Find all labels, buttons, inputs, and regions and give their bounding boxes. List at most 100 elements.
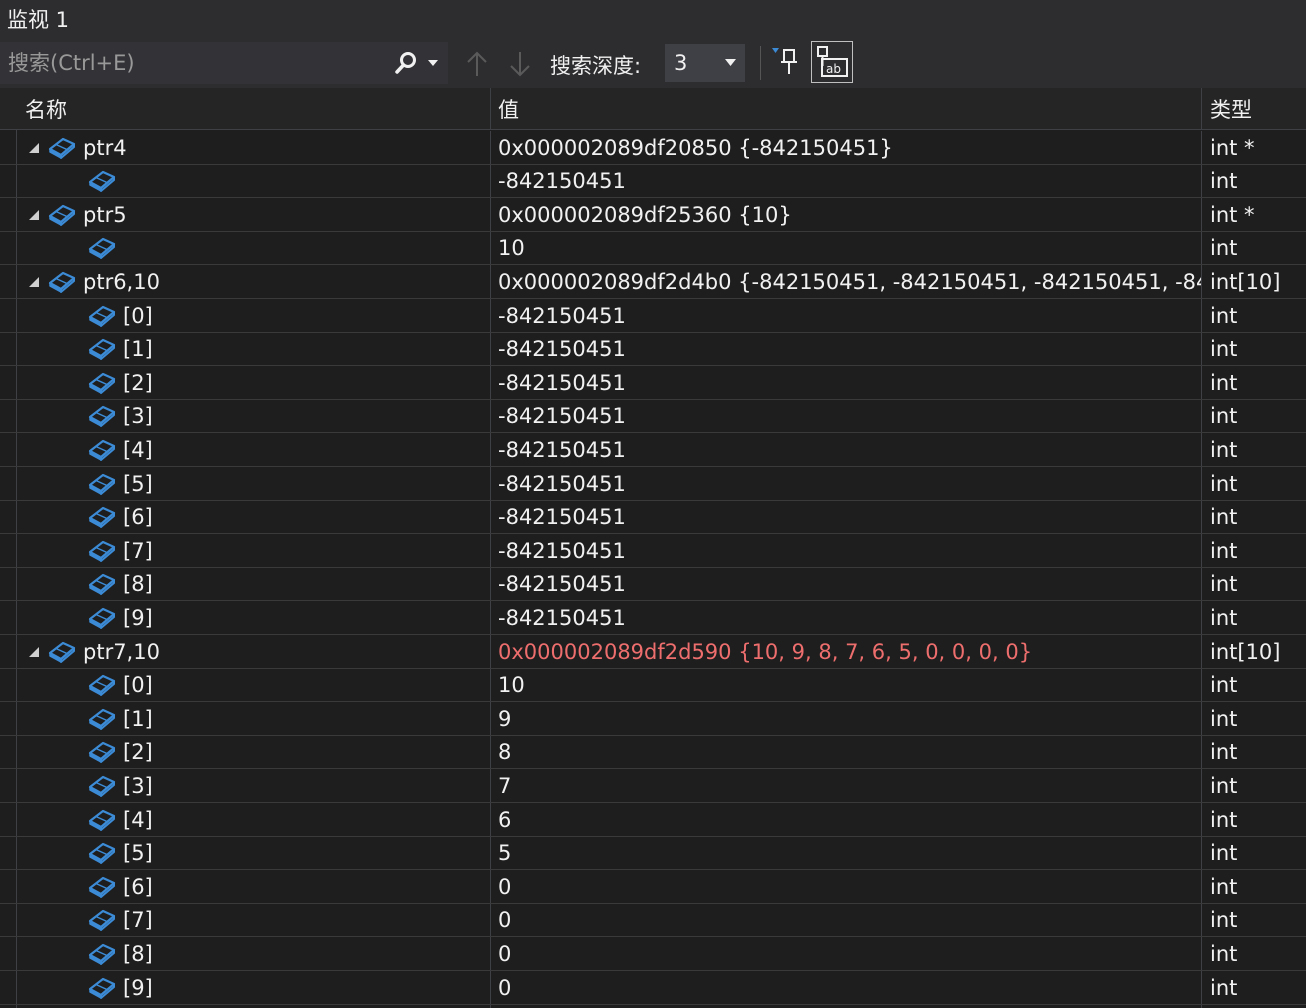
name-cell[interactable]: [0] [17,669,490,702]
find-next-arrow-icon[interactable] [508,50,532,78]
name-cell[interactable] [17,232,490,265]
name-cell[interactable]: [7] [17,534,490,567]
watch-row[interactable]: [3] 7 int [0,769,1306,803]
watch-row[interactable]: [2] -842150451 int [0,366,1306,400]
search-box[interactable] [0,42,448,84]
watch-row[interactable]: [9] -842150451 int [0,601,1306,635]
watch-row[interactable]: [8] -842150451 int [0,568,1306,602]
value-cell[interactable]: 0 [491,870,1201,903]
name-cell[interactable]: [4] [17,803,490,836]
search-options-chevron-icon[interactable] [428,59,438,67]
watch-row[interactable]: [7] -842150451 int [0,534,1306,568]
column-header-name[interactable]: 名称 [25,88,490,130]
watch-row[interactable]: [4] -842150451 int [0,433,1306,467]
expanded-triangle-icon[interactable] [27,645,41,659]
name-cell[interactable]: [3] [17,769,490,802]
value-cell[interactable]: 6 [491,803,1201,836]
value-cell[interactable]: 0x000002089df20850 {-842150451} [491,131,1201,164]
name-cell[interactable]: [2] [17,736,490,769]
search-input[interactable] [0,50,390,76]
name-cell[interactable]: [8] [17,568,490,601]
value-cell[interactable]: 10 [491,669,1201,702]
expanded-triangle-icon[interactable] [27,275,41,289]
column-splitter[interactable] [490,88,491,129]
watch-row[interactable]: -842150451 int [0,165,1306,199]
value-cell[interactable]: -842150451 [491,534,1201,567]
column-header-value[interactable]: 值 [498,88,1198,130]
watch-row[interactable]: [3] -842150451 int [0,400,1306,434]
watch-row[interactable]: [2] 8 int [0,736,1306,770]
pin-icon[interactable] [771,46,803,78]
name-cell[interactable]: [9] [17,601,490,634]
name-cell[interactable]: [6] [17,501,490,534]
watch-row[interactable]: [7] 0 int [0,904,1306,938]
value-cell[interactable]: -842150451 [491,366,1201,399]
name-cell[interactable]: ptr6,10 [17,265,490,298]
value-cell[interactable]: -842150451 [491,601,1201,634]
name-cell[interactable] [17,165,490,198]
watch-row[interactable]: [6] -842150451 int [0,501,1306,535]
watch-row[interactable]: [5] -842150451 int [0,467,1306,501]
name-cell[interactable]: ptr5 [17,198,490,231]
value-cell[interactable]: 0 [491,971,1201,1004]
watch-row[interactable]: [4] 6 int [0,803,1306,837]
watch-row[interactable]: [1] -842150451 int [0,333,1306,367]
hex-display-button[interactable]: ab [811,41,853,83]
value-cell[interactable]: 9 [491,702,1201,735]
find-previous-arrow-icon[interactable] [465,50,489,78]
watch-row[interactable]: [9] 0 int [0,971,1306,1005]
value-cell[interactable]: 5 [491,837,1201,870]
value-cell[interactable]: 8 [491,736,1201,769]
value-cell[interactable]: -842150451 [491,165,1201,198]
value-cell[interactable]: -842150451 [491,400,1201,433]
name-cell[interactable]: [6] [17,870,490,903]
name-cell[interactable]: [2] [17,366,490,399]
value-cell[interactable]: -842150451 [491,568,1201,601]
value-cell[interactable]: -842150451 [491,333,1201,366]
watch-row[interactable]: [5] 5 int [0,837,1306,871]
value-cell[interactable]: 10 [491,232,1201,265]
watch-row[interactable]: [8] 0 int [0,937,1306,971]
name-cell[interactable]: ptr7,10 [17,635,490,668]
watch-row[interactable]: ptr6,10 0x000002089df2d4b0 {-842150451, -… [0,265,1306,299]
watch-row[interactable]: ptr5 0x000002089df25360 {10} int * [0,198,1306,232]
watch-row[interactable]: [0] -842150451 int [0,299,1306,333]
name-cell[interactable]: [1] [17,702,490,735]
value-cell[interactable]: 7 [491,769,1201,802]
value-cell[interactable]: 0x000002089df2d4b0 {-842150451, -8421504… [491,265,1201,298]
value-cell[interactable]: -842150451 [491,433,1201,466]
watch-row[interactable]: [6] 0 int [0,870,1306,904]
name-cell[interactable]: ptr4 [17,131,490,164]
watch-row[interactable]: ptr4 0x000002089df20850 {-842150451} int * [0,131,1306,165]
watch-row[interactable]: [1] 9 int [0,702,1306,736]
watch-row[interactable]: 10 int [0,232,1306,266]
column-header-type[interactable]: 类型 [1210,88,1306,130]
expanded-triangle-icon[interactable] [27,208,41,222]
type-cell: int [1210,538,1238,563]
expanded-triangle-icon[interactable] [27,141,41,155]
value-cell[interactable]: 0 [491,904,1201,937]
chevron-down-icon[interactable] [725,59,736,66]
value-cell[interactable]: -842150451 [491,467,1201,500]
name-cell[interactable]: [0] [17,299,490,332]
watch-row[interactable]: ptr7,10 0x000002089df2d590 {10, 9, 8, 7, … [0,635,1306,669]
name-cell[interactable]: [4] [17,433,490,466]
object-cube-icon [88,305,116,327]
name-cell[interactable]: [5] [17,837,490,870]
value-cell[interactable]: -842150451 [491,501,1201,534]
value-cell[interactable]: 0x000002089df2d590 {10, 9, 8, 7, 6, 5, 0… [491,635,1201,668]
name-cell[interactable]: [1] [17,333,490,366]
name-cell[interactable]: [5] [17,467,490,500]
value-cell[interactable]: -842150451 [491,299,1201,332]
name-cell[interactable]: [9] [17,971,490,1004]
value-cell[interactable]: 0 [491,937,1201,970]
value-cell[interactable]: 0x000002089df25360 {10} [491,198,1201,231]
type-cell: int [1210,975,1238,1000]
column-splitter[interactable] [1201,88,1202,129]
name-cell[interactable]: [8] [17,937,490,970]
name-cell[interactable]: [7] [17,904,490,937]
name-cell[interactable]: [3] [17,400,490,433]
watch-row[interactable]: [0] 10 int [0,669,1306,703]
type-cell: int [1210,605,1238,630]
search-icon[interactable] [394,51,418,75]
